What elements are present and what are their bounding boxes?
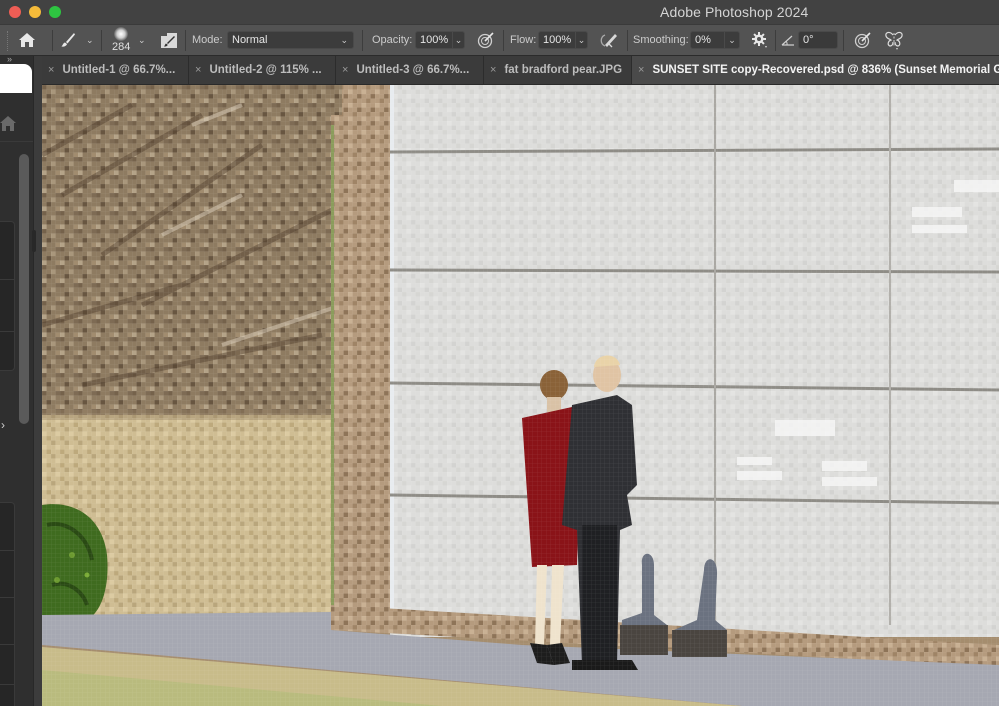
mode-value: Normal bbox=[232, 34, 268, 46]
smoothing-dropdown[interactable]: ⌄ bbox=[724, 32, 739, 48]
brush-angle-value: 0° bbox=[803, 34, 814, 46]
panel-preview-area bbox=[0, 64, 32, 93]
flow-value: 100% bbox=[543, 34, 572, 46]
options-bar-grip[interactable] bbox=[7, 31, 9, 51]
canvas-image bbox=[42, 85, 999, 706]
photoshop-window: Adobe Photoshop 2024 ⌄ 284 ⌄ Mode: Norma… bbox=[0, 0, 999, 706]
close-window-button[interactable] bbox=[9, 6, 21, 18]
document-tab-bar: × Untitled-1 @ 66.7%... × Untitled-2 @ 1… bbox=[42, 56, 999, 85]
tab-label: fat bradford pear.JPG bbox=[504, 64, 623, 76]
document-tab[interactable]: × Untitled-1 @ 66.7%... bbox=[42, 56, 189, 84]
airbrush-button[interactable] bbox=[598, 25, 618, 55]
brush-settings-button[interactable] bbox=[160, 25, 178, 55]
brush-tip-preview bbox=[114, 27, 129, 41]
panel-group-2 bbox=[0, 502, 15, 706]
close-tab-icon[interactable]: × bbox=[490, 64, 496, 76]
opacity-input[interactable]: 100% ⌄ bbox=[415, 31, 465, 49]
close-tab-icon[interactable]: × bbox=[638, 64, 644, 76]
pixel-grid-overlay bbox=[42, 85, 999, 706]
left-panel: » › bbox=[0, 54, 33, 706]
butterfly-icon bbox=[885, 31, 903, 50]
home-button[interactable] bbox=[18, 25, 36, 55]
expand-panel-icon[interactable]: › bbox=[1, 418, 5, 432]
brush-preset-dropdown[interactable]: ⌄ bbox=[138, 25, 146, 55]
angle-icon bbox=[781, 35, 794, 46]
panel-divider bbox=[0, 141, 33, 142]
smoothing-value: 0% bbox=[695, 34, 711, 46]
document-tab[interactable]: × Untitled-2 @ 115% ... bbox=[189, 56, 336, 84]
flow-input[interactable]: 100% ⌄ bbox=[538, 31, 588, 49]
tab-label: Untitled-1 @ 66.7%... bbox=[62, 64, 176, 76]
tab-label: Untitled-2 @ 115% ... bbox=[209, 64, 322, 76]
smoothing-label: Smoothing: bbox=[633, 34, 689, 46]
opacity-label: Opacity: bbox=[372, 34, 413, 46]
smoothing-input[interactable]: 0% ⌄ bbox=[690, 31, 740, 49]
document-tab-active[interactable]: × SUNSET SITE copy-Recovered.psd @ 836% … bbox=[632, 56, 999, 84]
document-tab[interactable]: × fat bradford pear.JPG bbox=[484, 56, 632, 84]
tool-preset-picker[interactable]: ⌄ bbox=[60, 25, 94, 55]
opacity-value: 100% bbox=[420, 34, 449, 46]
home-icon[interactable] bbox=[0, 114, 16, 132]
brush-angle-input[interactable]: 0° bbox=[798, 31, 838, 49]
gear-icon bbox=[752, 32, 767, 48]
maximize-window-button[interactable] bbox=[49, 6, 61, 18]
smoothing-options-button[interactable] bbox=[751, 25, 769, 55]
pressure-size-button[interactable] bbox=[853, 25, 873, 55]
flow-dropdown[interactable]: ⌄ bbox=[575, 32, 587, 48]
pressure-opacity-button[interactable] bbox=[477, 25, 495, 55]
airbrush-icon bbox=[600, 34, 617, 48]
brush-settings-icon bbox=[161, 33, 177, 48]
options-bar: ⌄ 284 ⌄ Mode: Normal ⌄ Opacity: 100% ⌄ F… bbox=[0, 24, 999, 56]
app-title: Adobe Photoshop 2024 bbox=[660, 4, 809, 20]
brush-icon bbox=[61, 33, 75, 47]
close-tab-icon[interactable]: × bbox=[48, 64, 54, 76]
flow-label: Flow: bbox=[510, 34, 537, 46]
collapse-panels-icon[interactable]: » bbox=[7, 54, 12, 64]
mode-select[interactable]: Normal ⌄ bbox=[227, 31, 354, 49]
panel-resize-handle[interactable] bbox=[32, 230, 36, 252]
panel-scrollbar[interactable] bbox=[19, 154, 29, 424]
minimize-window-button[interactable] bbox=[29, 6, 41, 18]
brush-preset-picker[interactable]: 284 bbox=[112, 25, 130, 55]
close-tab-icon[interactable]: × bbox=[342, 64, 348, 76]
tab-label: Untitled-3 @ 66.7%... bbox=[356, 64, 470, 76]
document-canvas[interactable] bbox=[42, 85, 999, 706]
title-bar: Adobe Photoshop 2024 bbox=[0, 0, 999, 24]
panel-group-1 bbox=[0, 221, 15, 371]
brush-angle-icon-wrap bbox=[781, 25, 795, 55]
tab-label: SUNSET SITE copy-Recovered.psd @ 836% (S… bbox=[652, 64, 999, 76]
panel-resize-divider[interactable] bbox=[33, 56, 42, 706]
close-tab-icon[interactable]: × bbox=[195, 64, 201, 76]
home-icon bbox=[19, 33, 35, 47]
brush-size: 284 bbox=[112, 41, 131, 53]
mode-label: Mode: bbox=[192, 34, 223, 46]
symmetry-button[interactable] bbox=[884, 25, 904, 55]
opacity-dropdown[interactable]: ⌄ bbox=[452, 32, 464, 48]
document-tab[interactable]: × Untitled-3 @ 66.7%... bbox=[336, 56, 484, 84]
pressure-opacity-icon bbox=[477, 32, 494, 49]
pressure-size-icon bbox=[854, 32, 871, 49]
